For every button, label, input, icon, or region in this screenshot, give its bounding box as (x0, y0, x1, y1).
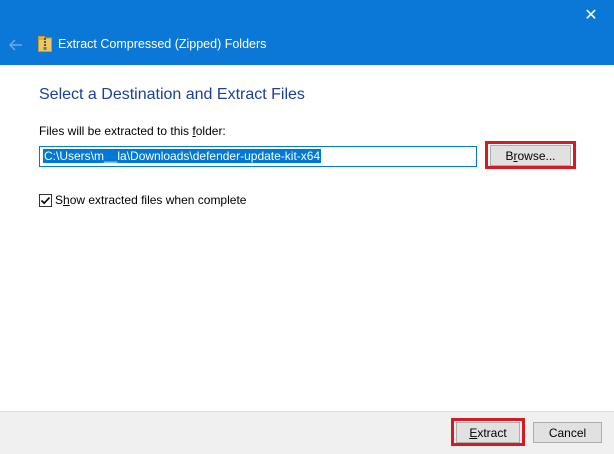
page-heading: Select a Destination and Extract Files (39, 86, 305, 103)
back-button[interactable] (4, 34, 28, 56)
browse-highlight-box (485, 141, 576, 169)
back-arrow-icon (9, 39, 22, 51)
extract-highlight-box (451, 418, 525, 446)
destination-path-input[interactable]: C:\Users\m__la\Downloads\defender-update… (39, 146, 477, 167)
destination-label: Files will be extracted to this folder: (39, 124, 226, 138)
title-bar: ✕ Extract Compressed (Zipped) Folders (0, 0, 614, 65)
show-files-checkbox-row[interactable]: Show extracted files when complete (39, 193, 246, 207)
cancel-button[interactable]: Cancel (533, 422, 602, 443)
show-files-checkbox[interactable] (39, 193, 52, 207)
show-files-label: Show extracted files when complete (55, 193, 247, 207)
checkmark-icon (40, 196, 51, 204)
extract-dialog: ✕ Extract Compressed (Zipped) Folders Se… (0, 0, 614, 454)
destination-path-value: C:\Users\m__la\Downloads\defender-update… (43, 149, 322, 163)
close-icon: ✕ (584, 5, 598, 24)
window-title: Extract Compressed (Zipped) Folders (58, 37, 267, 51)
close-button[interactable]: ✕ (568, 0, 614, 30)
zip-folder-icon (38, 36, 52, 52)
